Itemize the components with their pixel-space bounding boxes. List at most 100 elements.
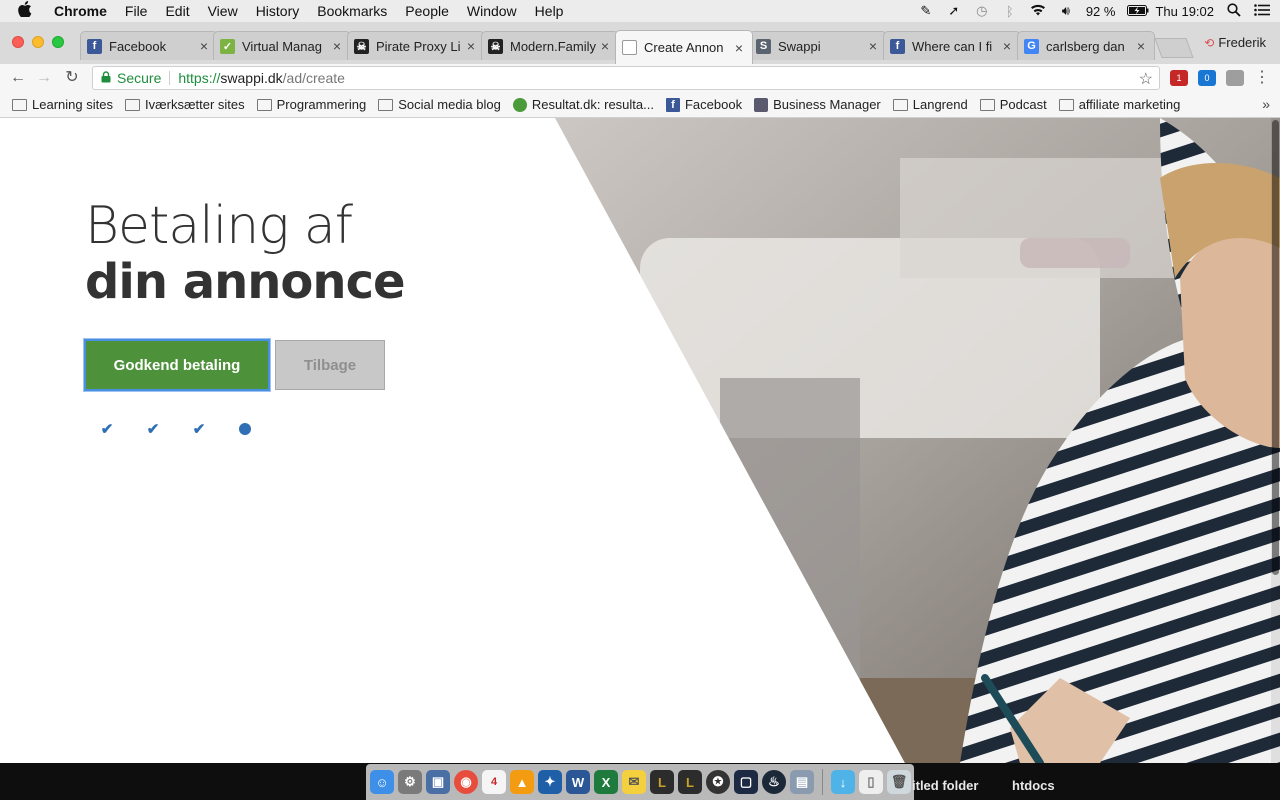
vlc-icon[interactable]: ▲: [510, 770, 534, 794]
dock-divider: [822, 769, 823, 795]
bluetooth-icon[interactable]: ᛒ: [1002, 4, 1018, 19]
progress-steps: ✔ ✔ ✔: [98, 418, 254, 440]
menu-people[interactable]: People: [405, 3, 449, 19]
scrollbar-thumb[interactable]: [1272, 120, 1279, 575]
tab-7[interactable]: f Where can I fi ×: [883, 31, 1021, 60]
back-button[interactable]: Tilbage: [275, 340, 385, 390]
tab-6[interactable]: S Swappi ×: [749, 31, 887, 60]
word-icon[interactable]: W: [566, 770, 590, 794]
tab-close-icon[interactable]: ×: [197, 38, 211, 54]
back-arrow-icon[interactable]: ←: [8, 68, 28, 88]
tab-4[interactable]: ☠ Modern.Family ×: [481, 31, 619, 60]
documents-icon[interactable]: ▯: [859, 770, 883, 794]
calendar-icon[interactable]: 4: [482, 770, 506, 794]
bookmark-item[interactable]: Business Manager: [754, 97, 881, 112]
address-bar[interactable]: Secure https:// swappi.dk /ad/create ☆: [92, 66, 1160, 90]
bookmark-item[interactable]: Langrend: [892, 97, 968, 112]
bookmark-label: Facebook: [684, 97, 743, 112]
menubar-status-area: ✎ ➚ ◷ ᛒ 🔊︎ 92 % Thu 19:02: [918, 0, 1270, 22]
checkmark-favicon: ✓: [220, 38, 235, 54]
tab-close-icon[interactable]: ×: [598, 38, 612, 54]
bookmark-item[interactable]: Learning sites: [12, 97, 113, 112]
wifi-icon[interactable]: [1030, 4, 1046, 19]
menu-bookmarks[interactable]: Bookmarks: [317, 3, 387, 19]
app-square-icon[interactable]: ▢: [734, 770, 758, 794]
forward-arrow-icon[interactable]: →: [34, 68, 54, 88]
trash-icon[interactable]: 🗑︎: [887, 770, 911, 794]
menu-file[interactable]: File: [125, 3, 148, 19]
bookmark-item[interactable]: affiliate marketing: [1058, 97, 1180, 112]
approve-payment-button[interactable]: Godkend betaling: [84, 339, 270, 391]
bookmark-item[interactable]: Resultat.dk: resulta...: [512, 97, 654, 112]
bookmark-item[interactable]: Social media blog: [378, 97, 501, 112]
tab-close-icon[interactable]: ×: [1000, 38, 1014, 54]
league-of-legends-icon[interactable]: L: [650, 770, 674, 794]
menu-view[interactable]: View: [208, 3, 238, 19]
window-minimize-button[interactable]: [32, 36, 44, 48]
swappi-favicon: S: [756, 38, 771, 54]
extension-adblock-icon[interactable]: 1: [1170, 70, 1188, 86]
bookmark-star-icon[interactable]: ☆: [1139, 69, 1153, 89]
tab-3[interactable]: ☠ Pirate Proxy Li ×: [347, 31, 485, 60]
excel-icon[interactable]: X: [594, 770, 618, 794]
profile-button[interactable]: ⟲ Frederik: [1204, 35, 1266, 50]
desktop-folder-label[interactable]: itled folder: [912, 778, 978, 793]
window-close-button[interactable]: [12, 36, 24, 48]
tab-5[interactable]: Create Annon ×: [615, 30, 753, 64]
step-3-check-icon: ✔: [192, 421, 206, 438]
extension-badge-icon[interactable]: 0: [1198, 70, 1216, 86]
bookmark-item[interactable]: f Facebook: [665, 97, 743, 112]
new-tab-button[interactable]: [1154, 38, 1194, 58]
bookmark-item[interactable]: Iværksætter sites: [124, 97, 245, 112]
tab-2[interactable]: ✓ Virtual Manag ×: [213, 31, 351, 60]
counter-strike-icon[interactable]: ✪: [706, 770, 730, 794]
tab-close-icon[interactable]: ×: [1134, 38, 1148, 54]
steam-icon[interactable]: ♨: [762, 770, 786, 794]
bookmark-item[interactable]: Podcast: [979, 97, 1047, 112]
time-machine-icon[interactable]: ◷: [974, 3, 990, 19]
tab-close-icon[interactable]: ×: [866, 38, 880, 54]
menu-help[interactable]: Help: [535, 3, 564, 19]
facebook-icon: f: [665, 97, 680, 112]
stickies-icon[interactable]: ✉: [622, 770, 646, 794]
reload-icon[interactable]: ↻: [62, 68, 82, 88]
finder-icon[interactable]: ☺: [370, 770, 394, 794]
bookmark-label: Learning sites: [32, 97, 113, 112]
page-scrollbar[interactable]: [1271, 118, 1280, 763]
chrome-icon[interactable]: ◉: [454, 770, 478, 794]
apple-menu-icon[interactable]: [18, 0, 38, 22]
tab-8[interactable]: Gcarlsberg dan ×: [1017, 31, 1155, 60]
step-4-current-dot-icon: [236, 418, 254, 440]
menu-history[interactable]: History: [256, 3, 300, 19]
page-content: Betaling af din annonce Godkend betaling…: [0, 118, 1280, 763]
bookmark-label: Langrend: [912, 97, 968, 112]
desktop-htdocs-label[interactable]: htdocs: [1012, 778, 1055, 793]
bookmark-item[interactable]: Programmering: [256, 97, 366, 112]
bookmarks-overflow-chevron-icon[interactable]: »: [1262, 96, 1270, 112]
menu-window[interactable]: Window: [467, 3, 517, 19]
menubar-clock[interactable]: Thu 19:02: [1155, 4, 1214, 19]
preview-icon[interactable]: ▣: [426, 770, 450, 794]
tab-close-icon[interactable]: ×: [464, 38, 478, 54]
extension-pages-icon[interactable]: [1226, 70, 1244, 86]
chrome-menu-icon[interactable]: ⋮: [1252, 68, 1272, 88]
tab-close-icon[interactable]: ×: [330, 38, 344, 54]
league-client-icon[interactable]: L: [678, 770, 702, 794]
pirate-favicon: ☠: [354, 38, 369, 54]
cursor-icon[interactable]: ➚: [946, 3, 962, 19]
battery-charging-icon[interactable]: [1127, 4, 1149, 19]
menu-edit[interactable]: Edit: [165, 3, 189, 19]
spotlight-search-icon[interactable]: [1226, 2, 1242, 20]
image-capture-icon[interactable]: ▤: [790, 770, 814, 794]
window-zoom-button[interactable]: [52, 36, 64, 48]
downloads-icon[interactable]: ↓: [831, 770, 855, 794]
tweetdeck-icon[interactable]: ✦: [538, 770, 562, 794]
volume-icon[interactable]: 🔊︎: [1058, 3, 1074, 19]
system-preferences-icon[interactable]: ⚙: [398, 770, 422, 794]
menu-chrome[interactable]: Chrome: [54, 3, 107, 19]
tab-1[interactable]: f Facebook ×: [80, 31, 218, 60]
tab-title: Pirate Proxy Li: [376, 38, 461, 54]
evernote-icon[interactable]: ✎: [918, 3, 934, 19]
tab-close-icon[interactable]: ×: [732, 40, 746, 56]
notification-center-icon[interactable]: [1254, 3, 1270, 19]
